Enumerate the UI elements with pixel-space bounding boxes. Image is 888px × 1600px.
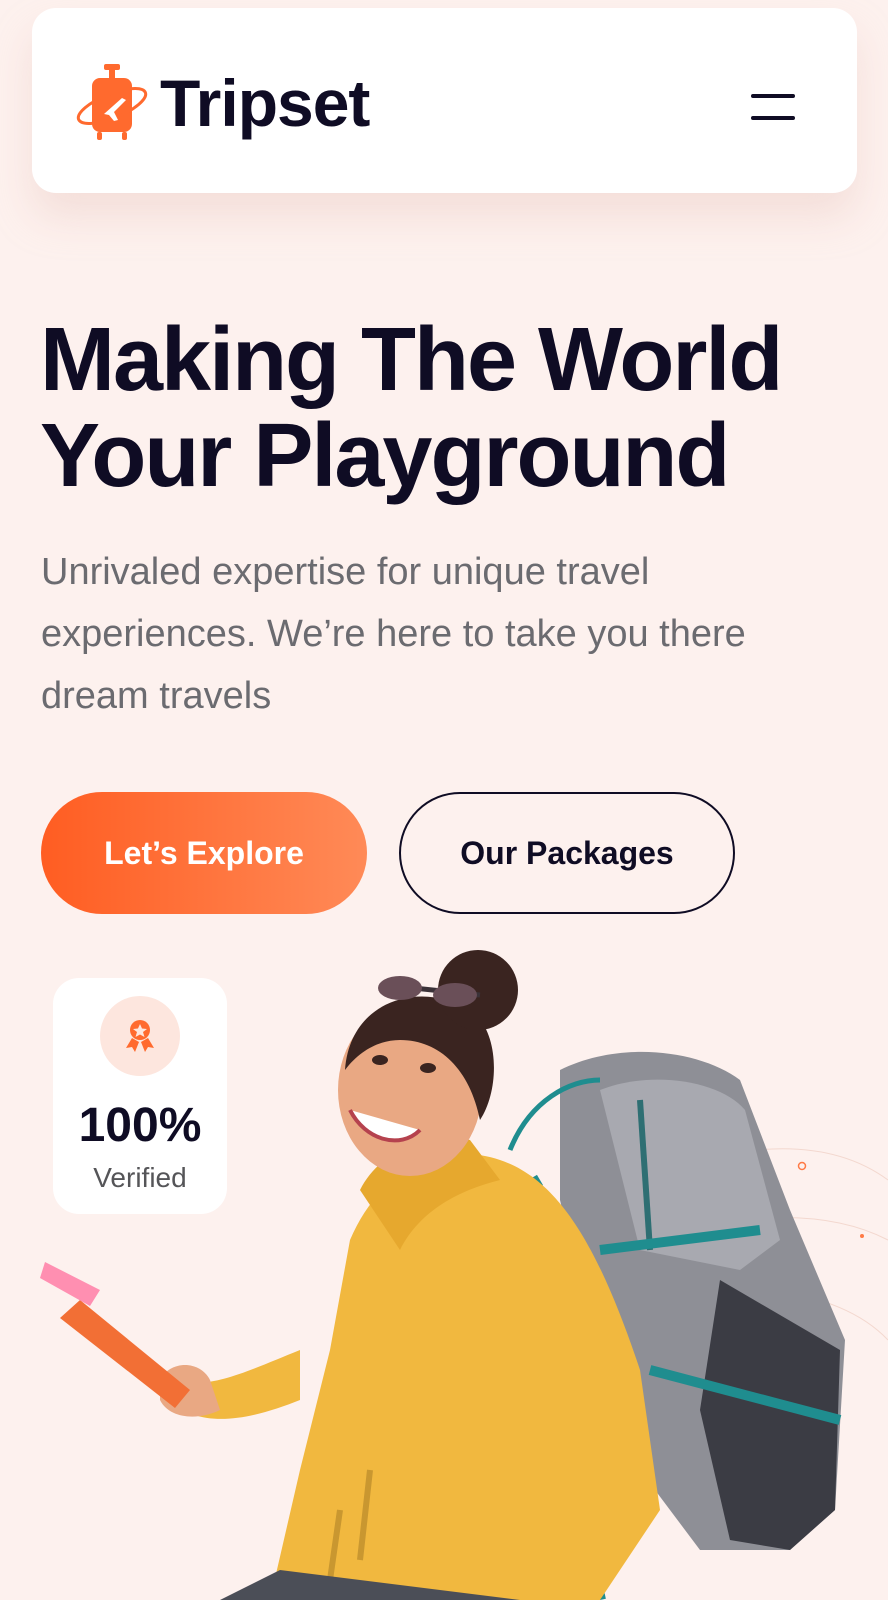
suitcase-plane-icon	[76, 64, 148, 140]
award-badge-icon	[100, 996, 180, 1076]
verified-stat-card: 100% Verified	[53, 978, 227, 1214]
our-packages-button[interactable]: Our Packages	[399, 792, 735, 914]
headline-line-1: Making The World	[40, 310, 783, 410]
hero-subtext: Unrivaled expertise for unique travel ex…	[41, 551, 746, 717]
lets-explore-button[interactable]: Let’s Explore	[41, 792, 367, 914]
brand-logo[interactable]: Tripset	[74, 62, 370, 144]
site-header: Tripset	[32, 8, 857, 193]
hamburger-menu-icon[interactable]	[751, 90, 795, 124]
hero-headline: Making The World Your Playground	[40, 312, 840, 504]
brand-name: Tripset	[160, 66, 370, 140]
stat-label: Verified	[93, 1162, 187, 1193]
stat-value: 100%	[78, 1099, 202, 1152]
headline-line-2: Your Playground	[40, 406, 730, 506]
